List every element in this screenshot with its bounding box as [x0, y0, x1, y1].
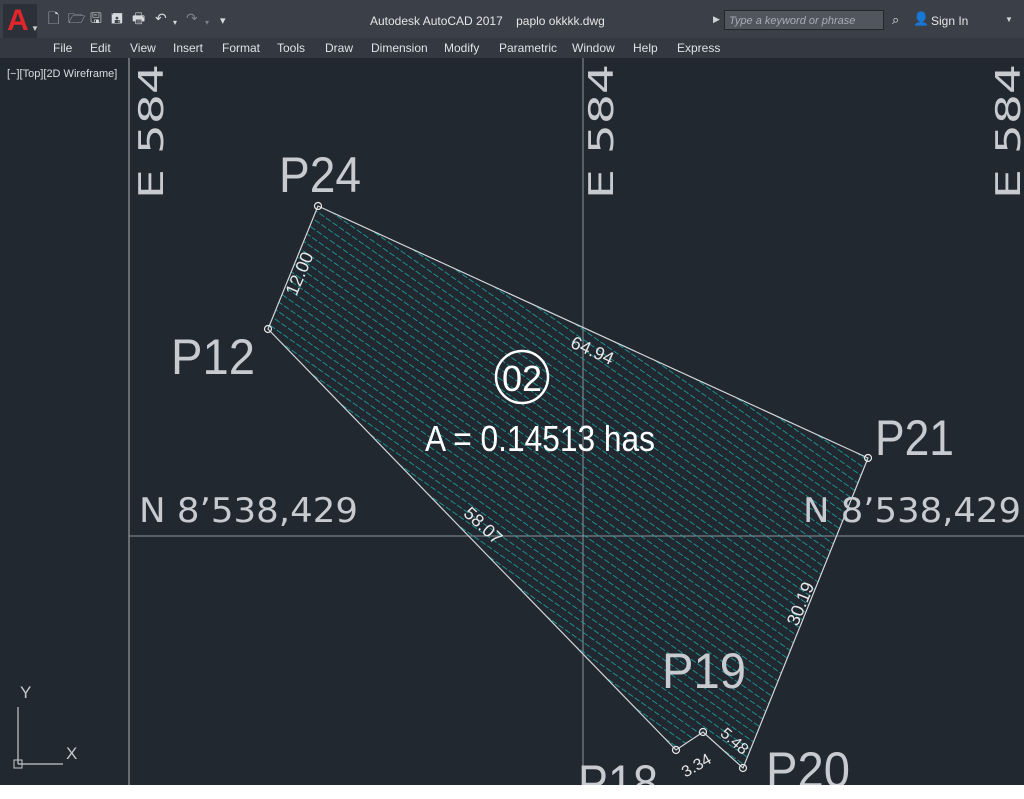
autocad-logo-icon: A — [7, 4, 29, 37]
menu-parametric[interactable]: Parametric — [499, 41, 557, 55]
drawing-viewport[interactable]: 02 A = 0.14513 has P24 P12 P21 P19 P20 P… — [0, 58, 1024, 785]
undo-icon[interactable]: ↶ — [155, 11, 167, 27]
save-icon[interactable]: 🖫 — [90, 11, 102, 27]
open-folder-icon[interactable]: 🗁 — [68, 11, 85, 27]
application-menu-button[interactable]: A ▼ — [3, 4, 39, 38]
binoculars-icon[interactable]: ⌕ — [892, 12, 899, 28]
menu-modify[interactable]: Modify — [444, 41, 479, 55]
menu-window[interactable]: Window — [572, 41, 615, 55]
menu-file[interactable]: File — [53, 41, 72, 55]
ucs-x-label: X — [66, 744, 78, 763]
menu-tools[interactable]: Tools — [277, 41, 305, 55]
redo-dropdown-icon[interactable]: ▾ — [205, 15, 209, 31]
window-title: Autodesk AutoCAD 2017 paplo okkkk.dwg — [370, 14, 605, 28]
northing-label-right: N 8’538,429 — [803, 491, 1021, 531]
easting-label-right: E 584 — [989, 64, 1024, 199]
menu-draw[interactable]: Draw — [325, 41, 353, 55]
easting-label-mid: E 584 — [582, 64, 622, 199]
search-input[interactable]: Type a keyword or phrase — [724, 10, 884, 30]
customize-quick-access-icon[interactable]: ▾ — [220, 13, 226, 29]
easting-label-left: E 584 — [132, 64, 172, 199]
dimension-label: 3.34 — [679, 751, 715, 781]
user-icon[interactable]: 👤 — [913, 11, 929, 27]
menu-view[interactable]: View — [130, 41, 156, 55]
northing-label-left: N 8’538,429 — [139, 491, 358, 531]
point-label-p24: P24 — [279, 147, 361, 203]
redo-icon[interactable]: ↷ — [186, 11, 198, 27]
point-label-p18: P18 — [578, 755, 658, 785]
chevron-down-icon: ▼ — [31, 24, 39, 33]
viewport-controls-label[interactable]: [−][Top][2D Wireframe] — [7, 68, 117, 80]
save-as-icon[interactable]: 🖪 — [111, 11, 123, 27]
menu-insert[interactable]: Insert — [173, 41, 203, 55]
menu-express[interactable]: Express — [677, 41, 720, 55]
point-label-p20: P20 — [766, 742, 850, 785]
menu-format[interactable]: Format — [222, 41, 260, 55]
menu-edit[interactable]: Edit — [90, 41, 111, 55]
point-label-p19: P19 — [662, 643, 746, 699]
parcel-polygon[interactable] — [267, 205, 869, 770]
ucs-y-label: Y — [20, 683, 32, 702]
drawing-canvas[interactable]: 02 A = 0.14513 has P24 P12 P21 P19 P20 P… — [0, 58, 1024, 785]
sign-in-button[interactable]: Sign In — [931, 14, 968, 28]
point-label-p21: P21 — [875, 410, 954, 466]
bottom-strip — [0, 785, 1024, 799]
undo-dropdown-icon[interactable]: ▾ — [173, 15, 177, 31]
menu-dimension[interactable]: Dimension — [371, 41, 428, 55]
menu-help[interactable]: Help — [633, 41, 658, 55]
new-file-icon[interactable]: 🗋 — [48, 11, 59, 27]
search-expand-icon[interactable]: ▶ — [713, 14, 720, 25]
plot-icon[interactable]: 🖶 — [132, 11, 145, 27]
chevron-down-icon[interactable]: ▼ — [1005, 15, 1013, 24]
point-label-p12: P12 — [171, 329, 255, 385]
parcel-number: 02 — [502, 358, 542, 399]
area-label: A = 0.14513 has — [425, 418, 655, 459]
